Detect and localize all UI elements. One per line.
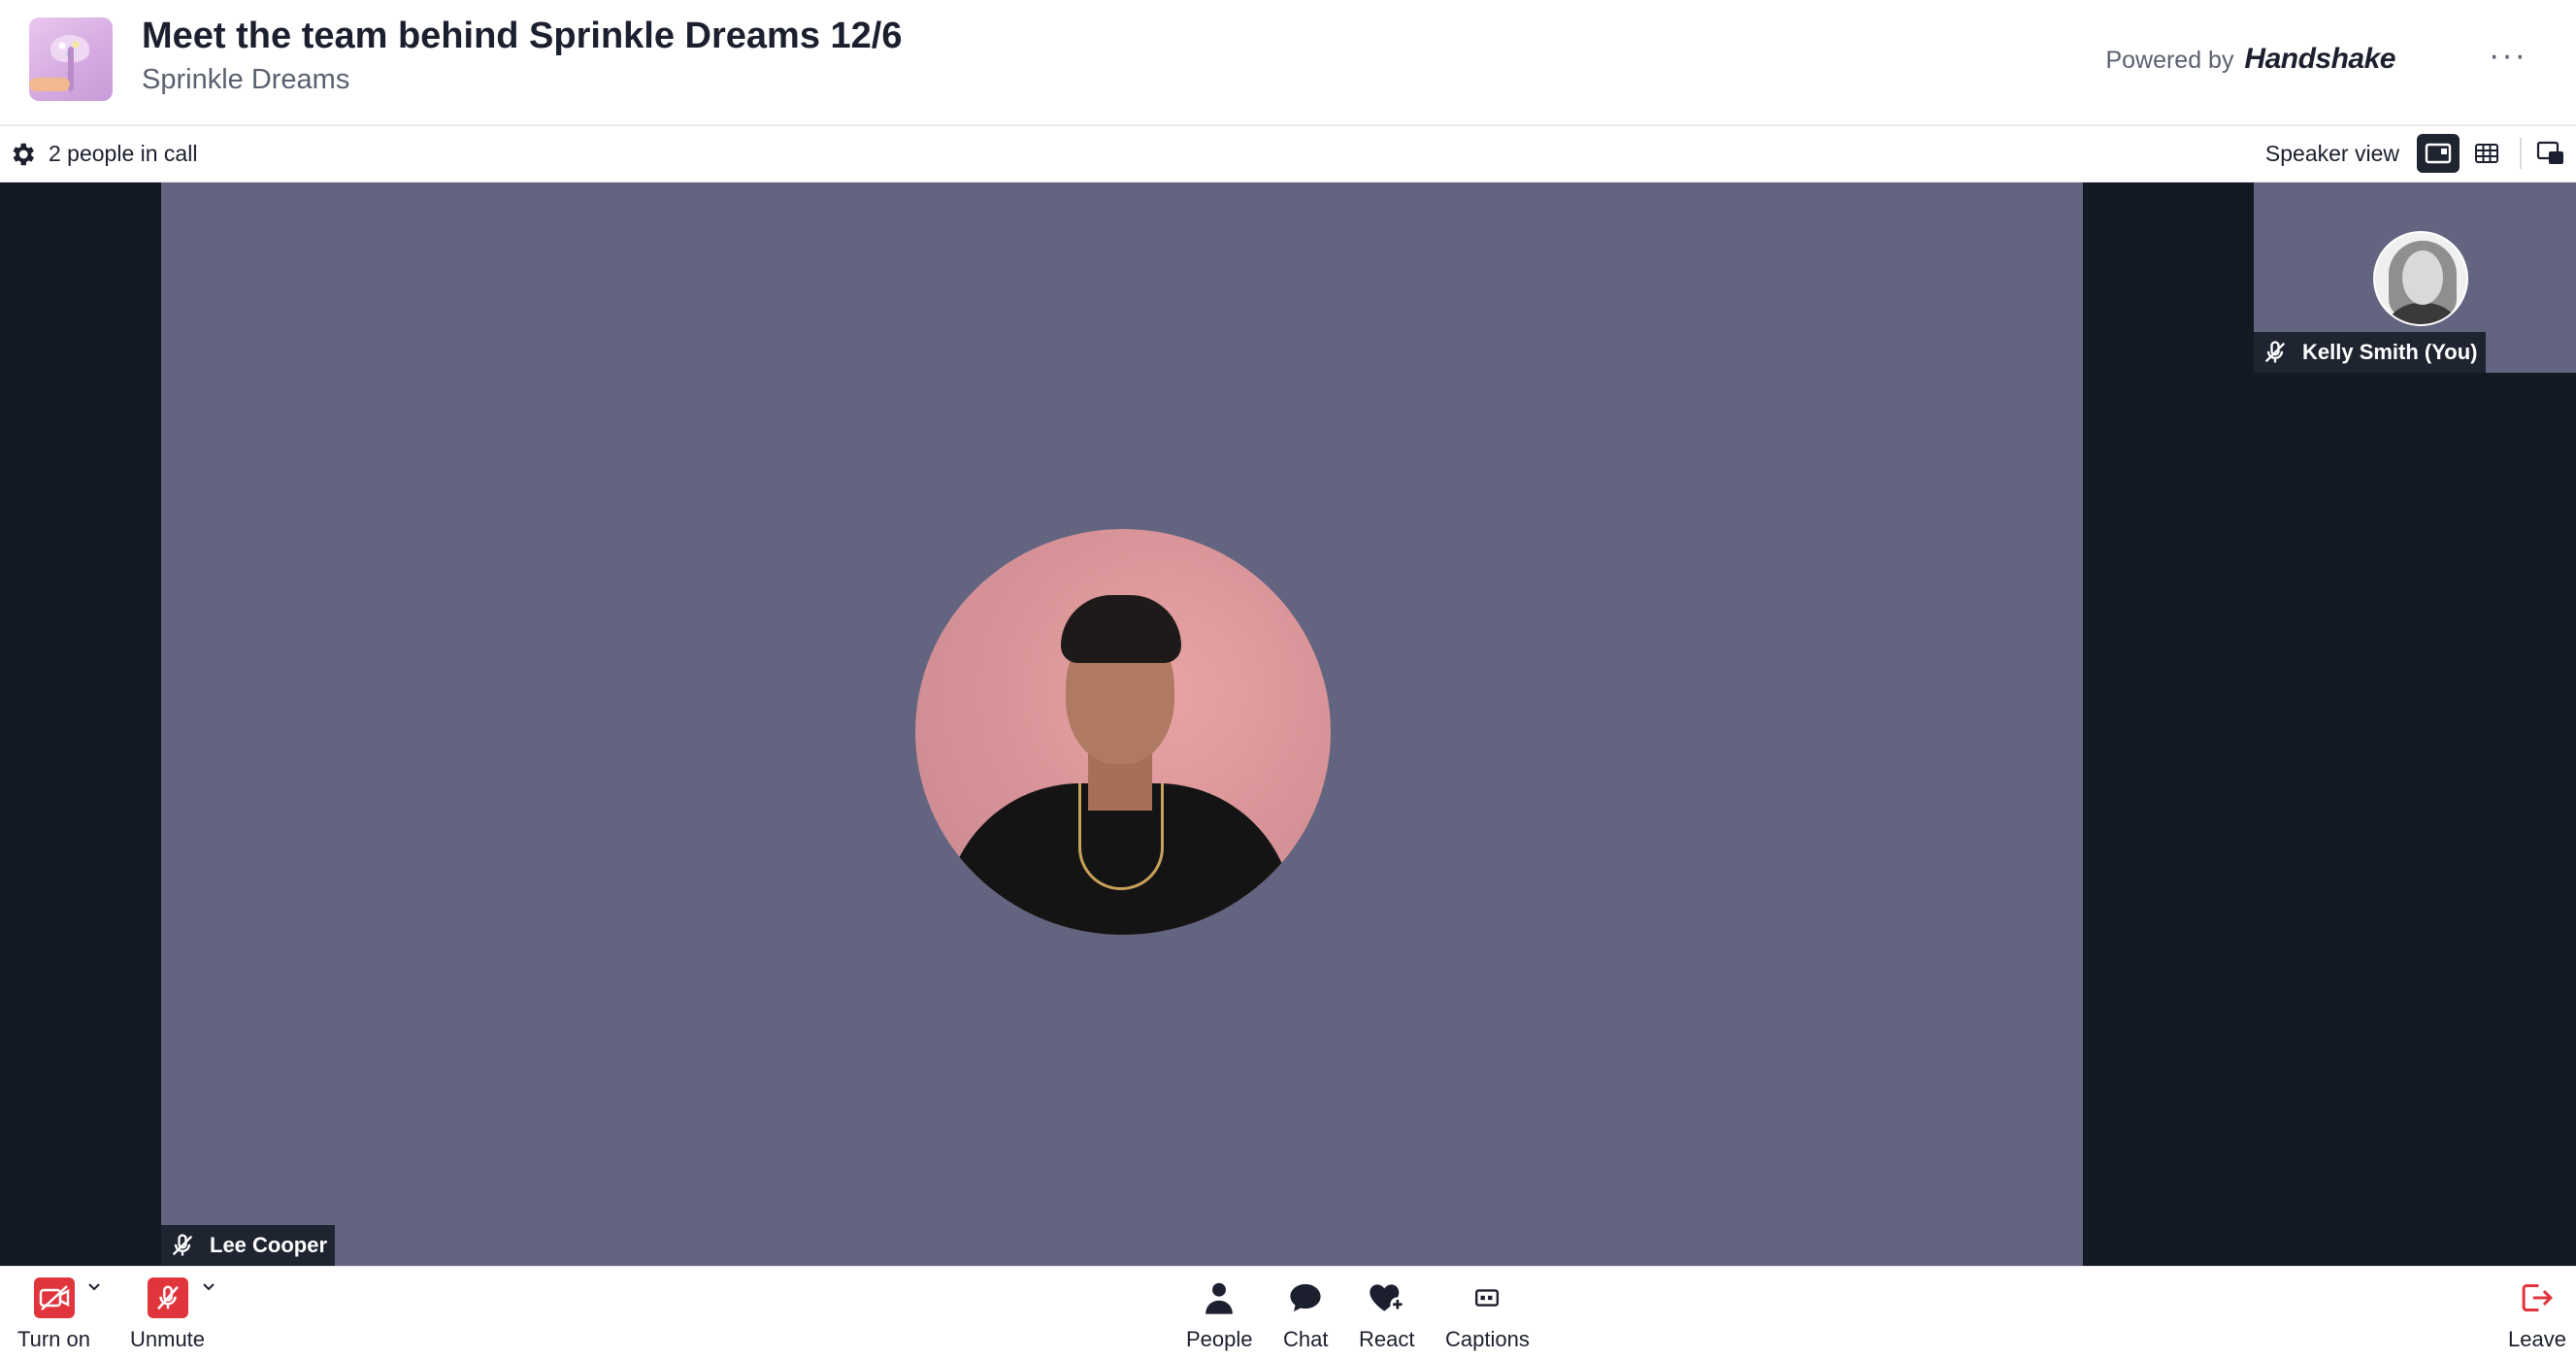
event-title: Meet the team behind Sprinkle Dreams 12/…	[142, 16, 903, 56]
leave-label: Leave	[2508, 1327, 2566, 1351]
mic-off-icon	[147, 1277, 188, 1318]
camera-toggle-button[interactable]: Turn on	[17, 1276, 90, 1352]
person-icon	[1205, 1282, 1234, 1314]
mic-muted-icon	[2264, 341, 2286, 363]
self-video-tile[interactable]: Kelly Smith (You)	[2254, 182, 2576, 373]
powered-by-text: Powered by	[2105, 47, 2234, 74]
people-in-call-count: 2 people in call	[49, 141, 198, 166]
captions-icon	[1475, 1289, 1500, 1307]
react-label: React	[1359, 1327, 1415, 1351]
event-organizer: Sprinkle Dreams	[142, 64, 350, 95]
kelly-smith-avatar	[2373, 231, 2468, 326]
self-name: Kelly Smith (You)	[2302, 340, 2478, 364]
mic-toggle-label: Unmute	[130, 1327, 206, 1351]
camera-toggle-label: Turn on	[17, 1327, 91, 1351]
call-toolbar: 2 people in call Speaker view	[0, 126, 2576, 182]
people-button[interactable]: People	[1186, 1276, 1253, 1352]
picture-in-picture-icon	[2536, 141, 2563, 164]
react-button[interactable]: React	[1359, 1276, 1414, 1352]
chat-bubble-icon	[1290, 1283, 1321, 1312]
speaker-view-icon	[2425, 143, 2452, 164]
camera-options-chevron-down-icon[interactable]	[85, 1278, 103, 1296]
chat-button[interactable]: Chat	[1283, 1276, 1328, 1352]
handshake-logo: Handshake	[2244, 43, 2395, 75]
main-speaker-name-tag: Lee Cooper	[161, 1225, 336, 1266]
camera-off-icon	[33, 1277, 75, 1318]
captions-label: Captions	[1445, 1327, 1530, 1351]
event-thumbnail	[29, 17, 113, 101]
main-speaker-name: Lee Cooper	[210, 1233, 328, 1257]
self-name-tag: Kelly Smith (You)	[2254, 332, 2486, 373]
heart-plus-icon	[1370, 1284, 1405, 1312]
chat-label: Chat	[1283, 1327, 1329, 1351]
lee-cooper-avatar	[915, 529, 1331, 935]
leave-call-button[interactable]: Leave	[2508, 1276, 2566, 1352]
mic-toggle-button[interactable]: Unmute	[130, 1276, 205, 1352]
video-call-app: Meet the team behind Sprinkle Dreams 12/…	[0, 0, 2576, 1359]
call-controls-bar: Turn on Unmute People Chat React Caption…	[0, 1266, 2576, 1359]
picture-in-picture-button[interactable]	[2529, 134, 2572, 173]
view-mode-label: Speaker view	[2264, 141, 2399, 166]
mic-muted-icon	[172, 1234, 193, 1256]
main-speaker-tile[interactable]: Lee Cooper	[161, 182, 2083, 1266]
grid-view-icon	[2475, 144, 2498, 163]
leave-door-icon	[2522, 1284, 2553, 1311]
gear-icon[interactable]	[8, 140, 37, 169]
video-stage: Lee Cooper Kelly Smith (You)	[0, 182, 2576, 1266]
more-options-button[interactable]: ···	[2479, 39, 2537, 80]
event-header: Meet the team behind Sprinkle Dreams 12/…	[0, 0, 2576, 126]
captions-button[interactable]: Captions	[1445, 1276, 1530, 1352]
powered-by: Powered by Handshake	[2105, 43, 2395, 76]
grid-view-button[interactable]	[2465, 134, 2508, 173]
speaker-view-button[interactable]	[2417, 134, 2460, 173]
mic-options-chevron-down-icon[interactable]	[200, 1278, 217, 1296]
toolbar-divider	[2520, 138, 2522, 169]
people-label: People	[1186, 1327, 1253, 1351]
